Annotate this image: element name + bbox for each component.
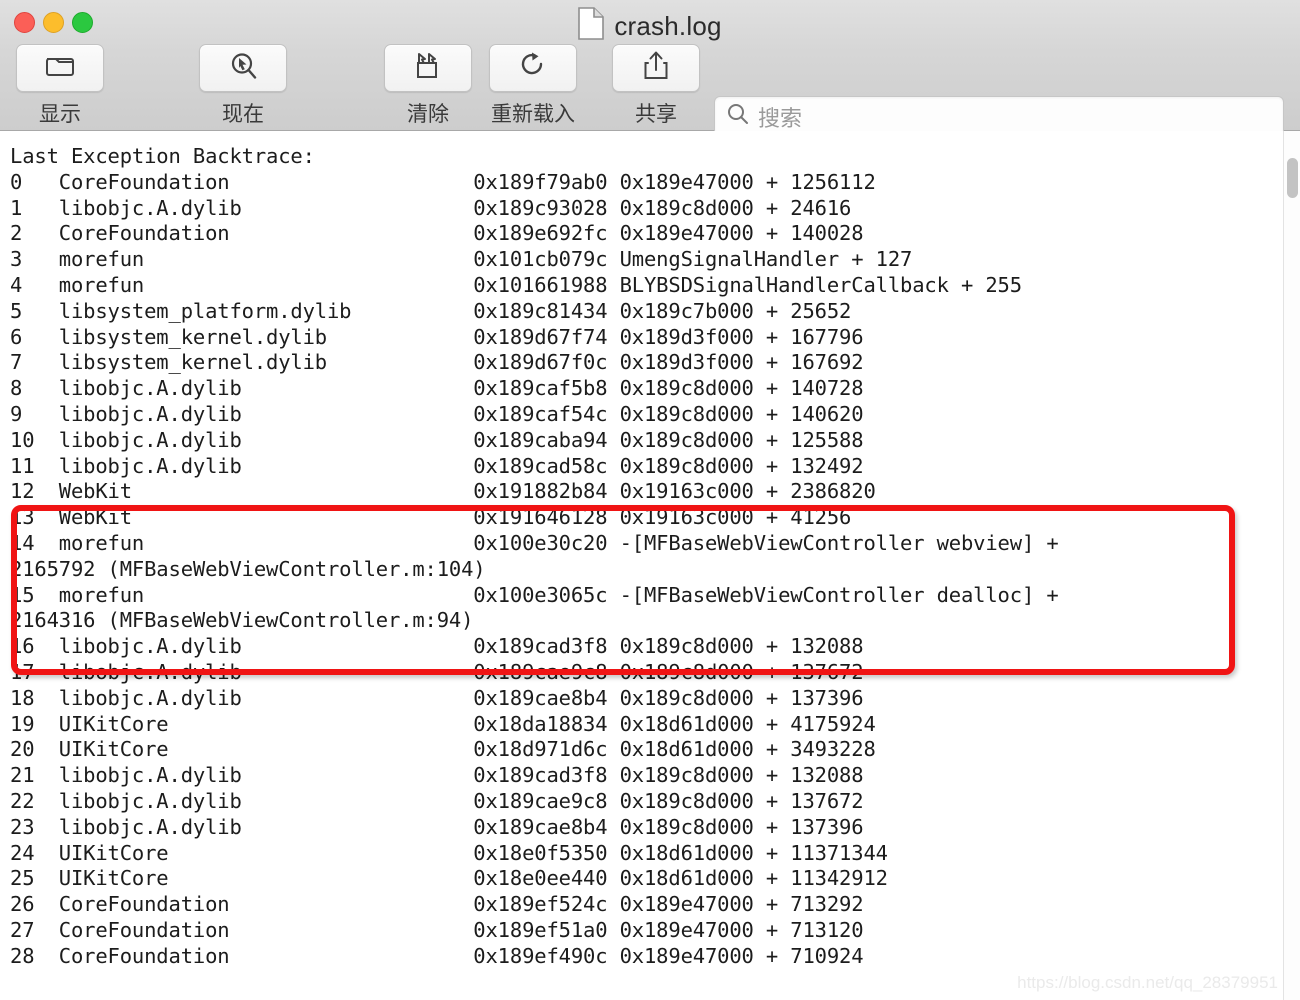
- clear-icon: [413, 51, 443, 85]
- toolbar-item-clear[interactable]: 清除: [384, 44, 472, 128]
- now-button-label: 现在: [222, 103, 264, 126]
- now-button[interactable]: [199, 44, 287, 92]
- scrollbar-thumb[interactable]: [1287, 158, 1298, 198]
- vertical-scrollbar[interactable]: [1283, 131, 1300, 1000]
- toolbar-item-show[interactable]: 显示: [16, 44, 104, 128]
- clear-button[interactable]: [384, 44, 472, 92]
- log-content-area[interactable]: Last Exception Backtrace: 0 CoreFoundati…: [0, 131, 1300, 1000]
- toolbar: 显示 现在 清除 重新载入 共享 搜索: [0, 44, 1300, 137]
- share-button[interactable]: [612, 44, 700, 92]
- reload-button-label: 重新载入: [491, 103, 575, 126]
- window-title: crash.log: [0, 7, 1300, 45]
- show-button-label: 显示: [39, 103, 81, 126]
- toolbar-item-reload[interactable]: 重新载入: [489, 44, 577, 128]
- close-button[interactable]: [14, 12, 35, 33]
- reload-icon: [519, 51, 547, 86]
- toolbar-item-share[interactable]: 共享: [612, 44, 700, 128]
- reload-button[interactable]: [489, 44, 577, 92]
- toolbar-item-now[interactable]: 现在: [199, 44, 287, 128]
- share-button-label: 共享: [635, 103, 677, 126]
- document-icon: [578, 7, 605, 45]
- magnifier-cursor-icon: [228, 51, 258, 86]
- minimize-button[interactable]: [43, 12, 64, 33]
- share-icon: [643, 50, 669, 86]
- console-window: crash.log 显示 现在 清除 重新载入 共享 搜索 Last Excep…: [0, 0, 1300, 1000]
- window-titlebar: crash.log 显示 现在 清除 重新载入 共享 搜索: [0, 0, 1300, 137]
- search-input[interactable]: 搜索: [758, 101, 802, 133]
- zoom-button[interactable]: [72, 12, 93, 33]
- crash-log-text: Last Exception Backtrace: 0 CoreFoundati…: [10, 144, 1059, 968]
- folder-icon: [45, 53, 75, 83]
- show-button[interactable]: [16, 44, 104, 92]
- search-icon: [727, 103, 749, 130]
- watermark: https://blog.csdn.net/qq_28379951: [1017, 973, 1278, 992]
- window-controls: [14, 12, 93, 33]
- window-title-text: crash.log: [614, 10, 722, 41]
- clear-button-label: 清除: [407, 103, 449, 126]
